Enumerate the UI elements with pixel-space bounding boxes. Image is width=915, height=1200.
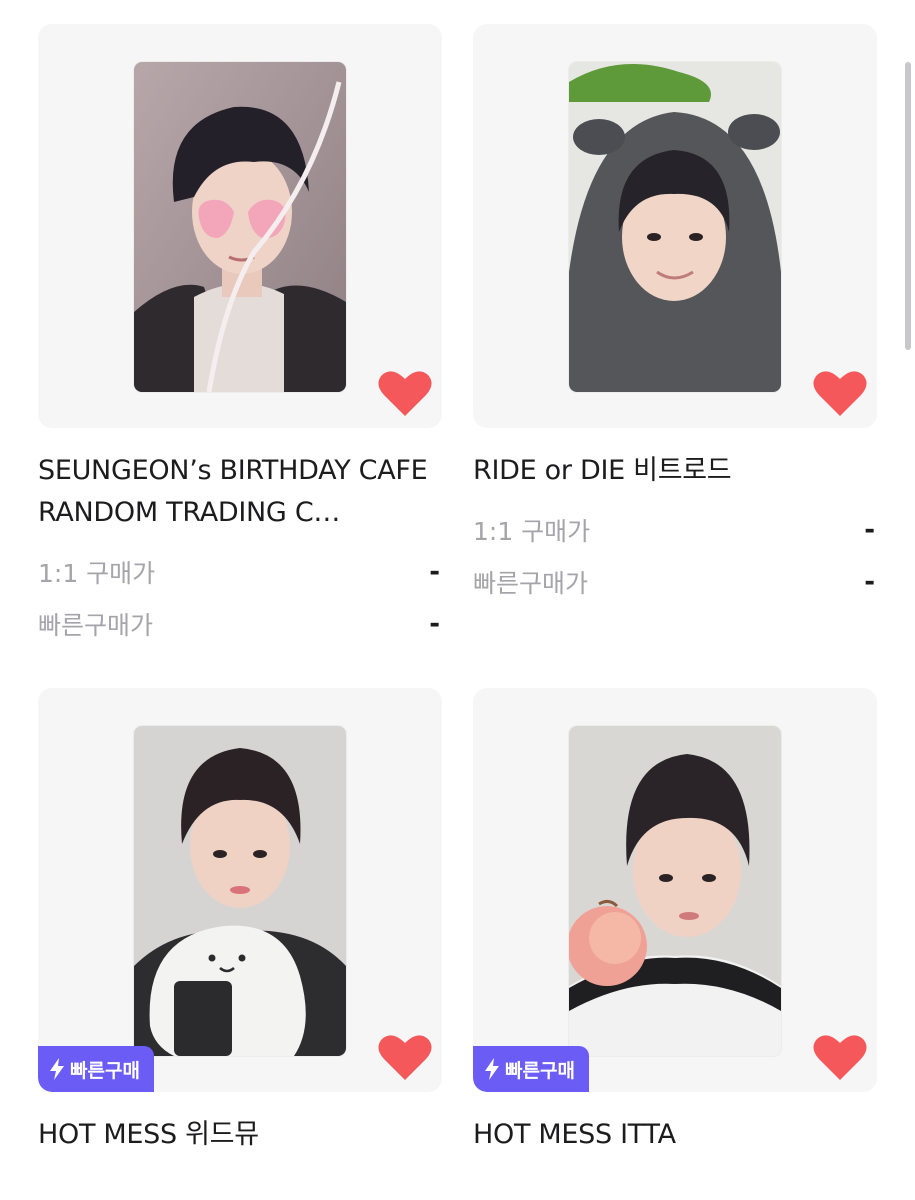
price-value: - — [429, 557, 440, 587]
heart-icon[interactable] — [378, 1032, 432, 1082]
product-card[interactable]: 빠른구매 HOT MESS ITTA — [473, 688, 877, 1156]
product-thumbnail[interactable]: 빠른구매 — [473, 688, 877, 1092]
photocard-image — [569, 726, 781, 1056]
product-thumbnail[interactable] — [473, 24, 877, 428]
product-title[interactable]: HOT MESS 위드뮤 — [38, 1114, 442, 1156]
price-row: 1:1 구매가 - — [473, 504, 877, 556]
price-value: - — [864, 567, 875, 597]
price-label: 빠른구매가 — [473, 569, 589, 598]
price-label: 1:1 구매가 — [473, 517, 591, 546]
photocard-image — [134, 62, 346, 392]
lightning-bolt-icon — [50, 1058, 64, 1080]
price-label: 1:1 구매가 — [38, 559, 156, 588]
heart-icon[interactable] — [378, 368, 432, 418]
price-label: 빠른구매가 — [38, 611, 154, 640]
price-row: 빠른구매가 - — [38, 598, 442, 650]
product-card[interactable]: RIDE or DIE 비트로드 1:1 구매가 - 빠른구매가 - — [473, 24, 877, 608]
quick-buy-badge[interactable]: 빠른구매 — [473, 1046, 589, 1092]
price-row: 빠른구매가 - — [473, 556, 877, 608]
product-title[interactable]: HOT MESS ITTA — [473, 1114, 877, 1156]
product-thumbnail[interactable] — [38, 24, 442, 428]
photocard-image — [134, 726, 346, 1056]
quick-buy-label: 빠른구매 — [70, 1059, 140, 1082]
heart-icon[interactable] — [813, 368, 867, 418]
quick-buy-label: 빠른구매 — [505, 1059, 575, 1082]
product-title[interactable]: SEUNGEON’s BIRTHDAY CAFE RANDOM TRADING … — [38, 450, 442, 534]
scrollbar[interactable] — [905, 62, 911, 350]
product-card[interactable]: 빠른구매 HOT MESS 위드뮤 — [38, 688, 442, 1156]
price-list: 1:1 구매가 - 빠른구매가 - — [473, 504, 877, 608]
product-card[interactable]: SEUNGEON’s BIRTHDAY CAFE RANDOM TRADING … — [38, 24, 442, 650]
lightning-bolt-icon — [485, 1058, 499, 1080]
heart-icon[interactable] — [813, 1032, 867, 1082]
photocard-image — [569, 62, 781, 392]
price-value: - — [864, 515, 875, 545]
price-value: - — [429, 609, 440, 639]
quick-buy-badge[interactable]: 빠른구매 — [38, 1046, 154, 1092]
price-list: 1:1 구매가 - 빠른구매가 - — [38, 546, 442, 650]
product-thumbnail[interactable]: 빠른구매 — [38, 688, 442, 1092]
price-row: 1:1 구매가 - — [38, 546, 442, 598]
